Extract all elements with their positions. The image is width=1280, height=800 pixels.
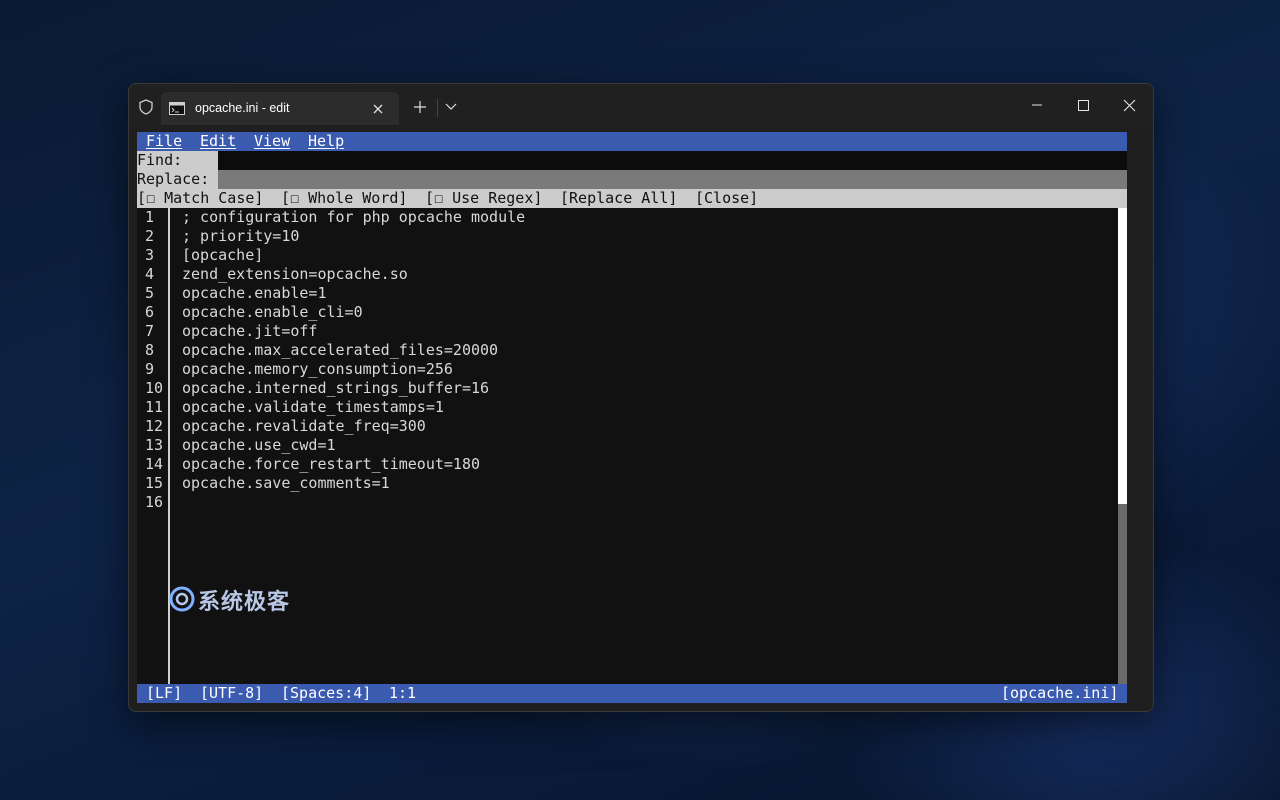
replace-all-button[interactable]: [Replace All] — [560, 189, 677, 208]
replace-label: Replace: — [137, 170, 218, 189]
line-number: 2 — [145, 227, 155, 245]
title-bar: opcache.ini - edit — [129, 84, 1153, 125]
code-line[interactable]: opcache.max_accelerated_files=20000 — [182, 341, 498, 360]
tab-title: opcache.ini - edit — [195, 101, 290, 115]
line-number: 11 — [145, 398, 164, 416]
line-number: 7 — [145, 322, 155, 340]
code-line[interactable]: opcache.enable_cli=0 — [182, 303, 363, 322]
menu-view[interactable]: View — [254, 132, 290, 151]
line-ending-status[interactable]: [LF] — [146, 684, 182, 703]
line-number: 10 — [145, 379, 164, 397]
tab-opcache-ini[interactable]: opcache.ini - edit — [161, 92, 399, 125]
watermark-logo-icon — [169, 586, 195, 612]
line-number: 9 — [145, 360, 155, 378]
code-line[interactable]: ; configuration for php opcache module — [182, 208, 525, 227]
line-number: 4 — [145, 265, 155, 283]
code-line[interactable]: opcache.force_restart_timeout=180 — [182, 455, 480, 474]
code-line[interactable]: opcache.validate_timestamps=1 — [182, 398, 444, 417]
code-line[interactable]: ; priority=10 — [182, 227, 299, 246]
line-number: 13 — [145, 436, 164, 454]
code-line[interactable]: opcache.interned_strings_buffer=16 — [182, 379, 489, 398]
filename-status: [opcache.ini] — [1001, 684, 1119, 702]
line-number: 6 — [145, 303, 155, 321]
code-line[interactable]: opcache.revalidate_freq=300 — [182, 417, 426, 436]
menu-bar: File Edit View Help — [137, 132, 1127, 151]
scrollbar-thumb[interactable] — [1118, 208, 1127, 504]
watermark-text: 系统极客 — [198, 590, 291, 615]
code-line[interactable]: opcache.use_cwd=1 — [182, 436, 336, 455]
encoding-status[interactable]: [UTF-8] — [200, 684, 263, 703]
maximize-icon[interactable] — [1060, 94, 1106, 116]
chevron-down-icon[interactable] — [445, 102, 457, 112]
use-regex-checkbox[interactable]: [☐ Use Regex] — [425, 189, 542, 208]
menu-file[interactable]: File — [146, 132, 182, 151]
code-line[interactable]: opcache.enable=1 — [182, 284, 327, 303]
terminal-app-icon — [169, 102, 185, 115]
code-line[interactable]: opcache.memory_consumption=256 — [182, 360, 453, 379]
code-line[interactable]: zend_extension=opcache.so — [182, 265, 408, 284]
tab-separator — [437, 99, 438, 117]
status-bar: [LF] [UTF-8] [Spaces:4] 1:1 [opcache.ini… — [137, 684, 1127, 703]
menu-help[interactable]: Help — [308, 132, 344, 151]
code-line[interactable]: [opcache] — [182, 246, 263, 265]
code-line[interactable]: opcache.save_comments=1 — [182, 474, 390, 493]
line-number: 14 — [145, 455, 164, 473]
replace-row: Replace: — [137, 170, 1127, 189]
find-row: Find: — [137, 151, 1127, 170]
line-number: 1 — [145, 208, 155, 226]
new-tab-plus-icon[interactable] — [413, 100, 427, 114]
close-window-icon[interactable] — [1106, 94, 1152, 116]
terminal-window: opcache.ini - edit File Edit View Help F… — [128, 83, 1154, 712]
menu-edit[interactable]: Edit — [200, 132, 236, 151]
find-label: Find: — [137, 151, 218, 170]
line-number: 3 — [145, 246, 155, 264]
line-number: 8 — [145, 341, 155, 359]
whole-word-checkbox[interactable]: [☐ Whole Word] — [281, 189, 407, 208]
replace-input[interactable] — [218, 170, 1127, 189]
code-line[interactable]: opcache.jit=off — [182, 322, 317, 341]
close-tab-icon[interactable] — [371, 102, 385, 116]
minimize-icon[interactable] — [1014, 94, 1060, 116]
terminal-content: File Edit View Help Find: Replace: [☐ Ma… — [137, 132, 1127, 703]
line-number: 15 — [145, 474, 164, 492]
line-number: 5 — [145, 284, 155, 302]
close-find-button[interactable]: [Close] — [695, 189, 758, 208]
find-input[interactable] — [218, 151, 1127, 170]
shield-icon — [139, 99, 153, 115]
cursor-position: 1:1 — [389, 684, 417, 702]
find-options-row: [☐ Match Case] [☐ Whole Word] [☐ Use Reg… — [137, 189, 1127, 208]
match-case-checkbox[interactable]: [☐ Match Case] — [137, 189, 263, 208]
line-number: 12 — [145, 417, 164, 435]
indent-status[interactable]: [Spaces:4] — [281, 684, 371, 703]
line-number: 16 — [145, 493, 164, 511]
